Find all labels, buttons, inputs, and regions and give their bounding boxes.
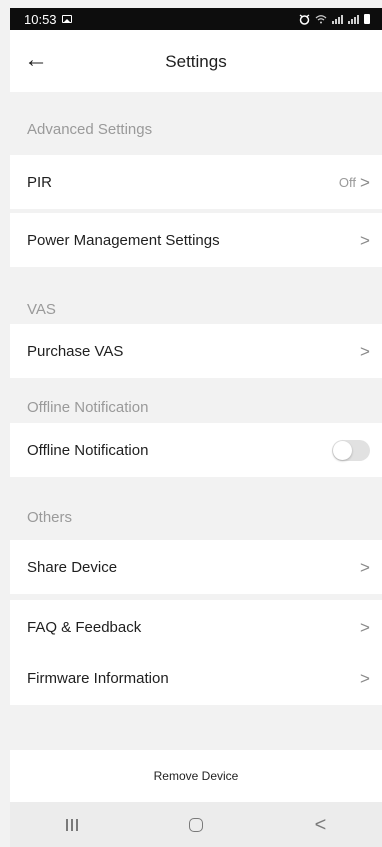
status-time: 10:53 [24, 11, 57, 27]
section-header-others: Others [27, 509, 73, 526]
wifi-icon [315, 15, 327, 24]
offline-notification-toggle[interactable] [332, 439, 370, 461]
chevron-right-icon: > [360, 557, 370, 577]
chevron-right-icon: > [360, 341, 370, 361]
alarm-icon [299, 13, 310, 25]
signal-icon-2 [348, 14, 359, 24]
status-bar: 10:53 [10, 8, 382, 30]
nav-back-icon[interactable]: < [315, 815, 327, 835]
status-right [299, 13, 370, 25]
row-label-power-management: Power Management Settings [27, 231, 220, 249]
image-notification-icon [61, 15, 72, 23]
row-label-offline-notification: Offline Notification [27, 441, 149, 459]
top-app-bar: ← Settings [10, 30, 382, 92]
pir-status-value: Off [338, 174, 356, 190]
settings-row-power-management[interactable]: Power Management Settings > [10, 213, 382, 267]
settings-row-share-device[interactable]: Share Device > [10, 540, 382, 594]
settings-row-pir[interactable]: PIR Off > [10, 155, 382, 209]
row-right-pir: Off > [339, 174, 370, 191]
section-header-offline-notification: Offline Notification [27, 399, 149, 416]
signal-icon [332, 14, 343, 24]
remove-device-button[interactable]: Remove Device [10, 750, 382, 802]
row-label-purchase-vas: Purchase VAS [27, 342, 124, 360]
recent-apps-icon[interactable] [65, 818, 78, 831]
section-header-advanced-settings: Advanced Settings [27, 121, 153, 138]
section-header-vas: VAS [27, 301, 56, 318]
battery-icon [364, 14, 370, 24]
row-label-pir: PIR [27, 173, 53, 191]
page-title: Settings [165, 52, 227, 71]
settings-row-offline-notification: Offline Notification [10, 423, 382, 477]
chevron-right-icon: > [360, 668, 370, 688]
settings-row-faq-feedback[interactable]: FAQ & Feedback > [10, 600, 382, 654]
status-left: 10:53 [24, 12, 72, 27]
row-label-faq-feedback: FAQ & Feedback [27, 618, 142, 636]
chevron-right-icon: > [360, 172, 370, 192]
settings-screen: ← Settings Advanced Settings PIR Off > P… [10, 30, 382, 847]
row-label-firmware-information: Firmware Information [27, 669, 169, 687]
settings-row-firmware-information[interactable]: Firmware Information > [10, 651, 382, 705]
settings-row-purchase-vas[interactable]: Purchase VAS > [10, 324, 382, 378]
chevron-right-icon: > [360, 617, 370, 637]
row-label-share-device: Share Device [27, 558, 118, 576]
home-icon[interactable] [189, 817, 204, 832]
toggle-knob [333, 440, 352, 460]
chevron-right-icon: > [360, 230, 370, 250]
system-navigation-bar: < [10, 802, 382, 847]
